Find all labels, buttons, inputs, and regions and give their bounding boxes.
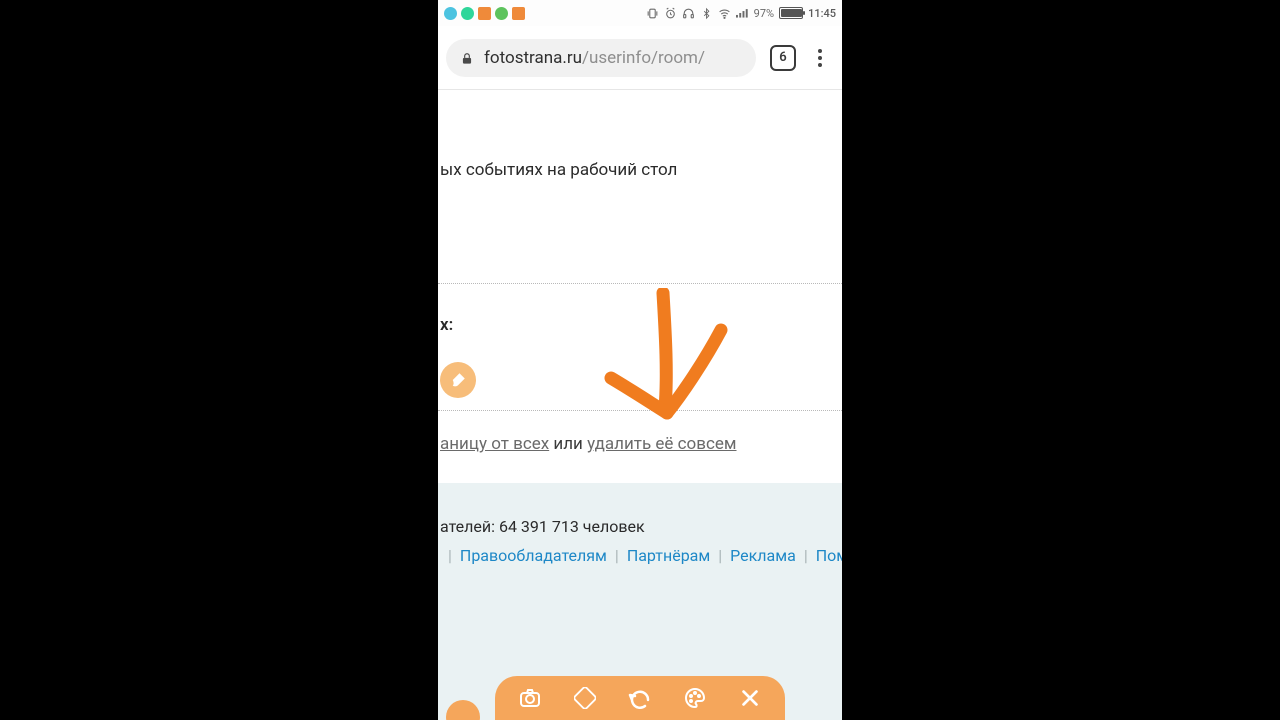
battery-percent: 97% [754,7,774,20]
annotation-arrow [593,288,743,428]
clock-text: 11:45 [808,7,836,20]
omnibox[interactable]: fotostrana.ru/userinfo/room/ [446,39,756,77]
lock-icon [460,51,474,65]
partial-circle-icon [446,700,480,720]
alarm-icon [664,7,677,20]
url-host: fotostrana.ru [484,48,582,68]
url-path: /userinfo/room/ [582,48,705,68]
bluetooth-icon [700,7,713,20]
brush-icon[interactable] [440,362,476,398]
tab-switcher-button[interactable]: 6 [770,45,796,71]
vibrate-icon [646,7,659,20]
statusbar-app-square [478,7,491,20]
url-text: fotostrana.ru/userinfo/room/ [484,48,705,68]
status-bar-left [444,7,525,20]
divider [438,410,842,411]
footer-link-ads[interactable]: Реклама [730,546,796,565]
footer-link-rights[interactable]: Правообладателям [460,546,607,565]
footer-links: | Правообладателям | Партнёрам | Реклама… [440,546,842,565]
divider [438,283,842,284]
eraser-icon[interactable] [570,683,600,713]
page-footer: ателей: 64 391 713 человек | Правооблада… [438,483,842,720]
palette-icon[interactable] [680,683,710,713]
undo-icon[interactable] [625,683,655,713]
battery-icon [779,7,803,19]
camera-icon[interactable] [515,683,545,713]
link-hide-from-all[interactable]: аницу от всех [440,434,549,454]
status-bar: 97% 11:45 [438,0,842,26]
text-or: или [549,434,587,454]
statusbar-app-dot [495,7,508,20]
close-icon[interactable] [735,683,765,713]
signal-icon [736,7,749,20]
footer-link-partners[interactable]: Партнёрам [627,546,710,565]
wifi-icon [718,7,731,20]
status-bar-right: 97% 11:45 [646,7,836,20]
tab-count: 6 [779,50,786,65]
statusbar-app-dot [444,7,457,20]
footer-separator: | [710,546,730,565]
footer-separator: | [607,546,627,565]
statusbar-app-square [512,7,525,20]
annotation-toolbar [495,676,785,720]
browser-toolbar: fotostrana.ru/userinfo/room/ 6 [438,26,842,90]
visibility-links-row: аницу от всех или удалить её совсем [438,434,842,454]
label-x: x: [438,315,453,335]
menu-button[interactable] [810,49,830,67]
headphones-icon [682,7,695,20]
phone-viewport: 97% 11:45 fotostrana.ru/userinfo/room/ 6… [438,0,842,720]
footer-separator: | [440,546,460,565]
users-count-text: ателей: 64 391 713 человек [440,517,842,536]
statusbar-app-dot [461,7,474,20]
webpage-content[interactable]: ых событиях на рабочий стол x: аницу от … [438,90,842,720]
link-delete-page[interactable]: удалить её совсем [587,434,736,454]
footer-separator: | [796,546,816,565]
text-desktop-events: ых событиях на рабочий стол [438,160,677,180]
footer-link-help[interactable]: Пом [816,546,842,565]
